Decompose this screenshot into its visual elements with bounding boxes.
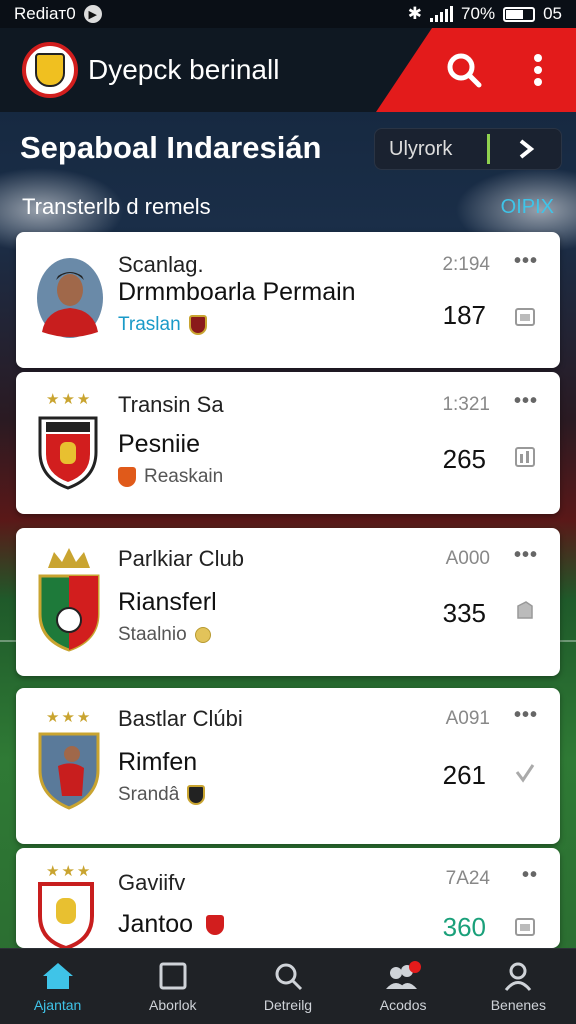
more-horiz-icon[interactable]: ••• [514, 544, 538, 567]
status-bar: Rediaт0 ▶ ✱ 70% 05 [0, 0, 576, 28]
nav-label: Ajantan [33, 996, 82, 1013]
transfer-card[interactable]: Scanlag. Drmmboarla Permain Traslan 2:19… [16, 232, 560, 368]
bookmark-icon[interactable] [514, 916, 536, 938]
rating-stars-icon: ★★★ [46, 863, 93, 880]
more-horiz-icon[interactable]: ••• [514, 704, 538, 727]
app-logo[interactable] [22, 42, 78, 98]
subheader-link[interactable]: OIPIX [501, 196, 554, 219]
card-line3-text: Staalnio [118, 624, 187, 645]
more-vert-icon[interactable] [514, 46, 562, 94]
nav-label: Acodos [379, 996, 427, 1013]
card-code: A000 [445, 548, 490, 569]
transfer-card[interactable]: ★★★ Bastlar Clúbi Rimfen Srandâ A091 •••… [16, 688, 560, 844]
bottom-nav: Ajantan Aborlok Detreilg Acodos Benenes [0, 948, 576, 1024]
card-number: 265 [442, 444, 486, 474]
card-line3: Traslan [118, 314, 207, 336]
view-button-label: Ulyrork [389, 137, 453, 160]
subheader-left: Transterlb d remels [22, 194, 211, 219]
square-icon [159, 962, 187, 989]
battery-icon [503, 6, 536, 22]
card-code: A091 [445, 708, 490, 729]
home-icon [42, 962, 73, 989]
more-horiz-icon[interactable]: •• [522, 864, 538, 887]
profile-icon [505, 962, 532, 991]
card-code: 2:194 [442, 254, 490, 275]
chart-icon[interactable] [514, 446, 536, 468]
card-line2: Jantoo [118, 910, 225, 939]
media-icon: ▶ [83, 5, 102, 23]
transfer-card[interactable]: ★★★ Gaviifv Jantoo 7A24 •• 360 [16, 848, 560, 948]
more-horiz-icon[interactable]: ••• [514, 390, 538, 413]
card-line3: Staalnio [118, 624, 211, 646]
view-button[interactable]: Ulyrork [374, 128, 562, 170]
transfer-card[interactable]: Parlkiar Club Riansferl Staalnio A000 ••… [16, 528, 560, 676]
section-title: Sepaboal Indaresián [20, 130, 322, 165]
card-line1: Gaviifv [118, 870, 186, 895]
status-left-text: Rediaт0 [14, 4, 76, 23]
coin-icon [194, 627, 211, 643]
card-code: 7A24 [445, 868, 490, 889]
card-line2: Rimfen [118, 748, 198, 776]
card-number: 335 [442, 598, 486, 628]
player-avatar [36, 256, 104, 345]
club-crest [36, 542, 102, 657]
card-line2-text: Jantoo [118, 910, 194, 938]
club-badge-icon [118, 467, 136, 487]
signal-icon [430, 6, 454, 22]
card-line3-text: Reaskain [144, 466, 224, 487]
more-horiz-icon[interactable]: ••• [514, 250, 538, 273]
nav-item-profile[interactable]: Benenes [463, 961, 573, 1013]
nav-item-home[interactable]: Ajantan [3, 961, 113, 1013]
card-line2: Drmmboarla Permain [118, 278, 356, 306]
card-line2: Pesniie [118, 430, 200, 458]
card-line3-text: Traslan [118, 314, 181, 335]
club-crest [36, 730, 102, 815]
app-title: Dyepck berinall [88, 54, 280, 85]
search-icon [275, 963, 303, 990]
rating-stars-icon: ★★★ [46, 709, 93, 726]
card-line3-text: Srandâ [118, 784, 180, 805]
card-line3: Reaskain [118, 466, 223, 488]
card-line1: Parlkiar Club [118, 546, 244, 571]
card-line1: Scanlag. [118, 252, 204, 277]
club-crest [36, 412, 100, 495]
bluetooth-icon: ✱ [407, 4, 423, 23]
rating-stars-icon: ★★★ [46, 391, 93, 408]
users-icon [386, 960, 422, 989]
card-line1: Transin Sa [118, 392, 224, 417]
transfer-card[interactable]: ★★★ Transin Sa Pesniie Reaskain 1:321 ••… [16, 372, 560, 514]
nav-label: Detreilg [263, 996, 313, 1013]
nav-item-search[interactable]: Detreilg [233, 961, 343, 1013]
nav-label: Aborlok [149, 996, 197, 1013]
club-crest [36, 880, 96, 948]
card-line2: Riansferl [118, 588, 217, 616]
search-icon[interactable] [440, 46, 488, 94]
club-badge-icon [187, 785, 206, 805]
card-line3: Srandâ [118, 784, 206, 806]
nav-item-users[interactable]: Acodos [348, 960, 458, 1013]
club-badge-icon [206, 915, 225, 936]
status-time: 05 [543, 4, 562, 23]
tag-icon[interactable] [514, 600, 536, 622]
chevron-right-icon[interactable] [490, 138, 561, 160]
nav-label: Benenes [490, 996, 546, 1013]
card-line1: Bastlar Clúbi [118, 706, 243, 731]
card-number: 261 [442, 760, 486, 790]
battery-percent: 70% [461, 4, 496, 23]
bookmark-icon[interactable] [514, 306, 536, 328]
card-number: 360 [442, 912, 486, 942]
card-number: 187 [442, 300, 486, 330]
club-badge-icon [188, 315, 207, 335]
card-code: 1:321 [442, 394, 490, 415]
app-bar: Dyepck berinall [0, 28, 576, 112]
check-icon[interactable] [514, 762, 536, 784]
nav-item-aborlok[interactable]: Aborlok [118, 961, 228, 1013]
